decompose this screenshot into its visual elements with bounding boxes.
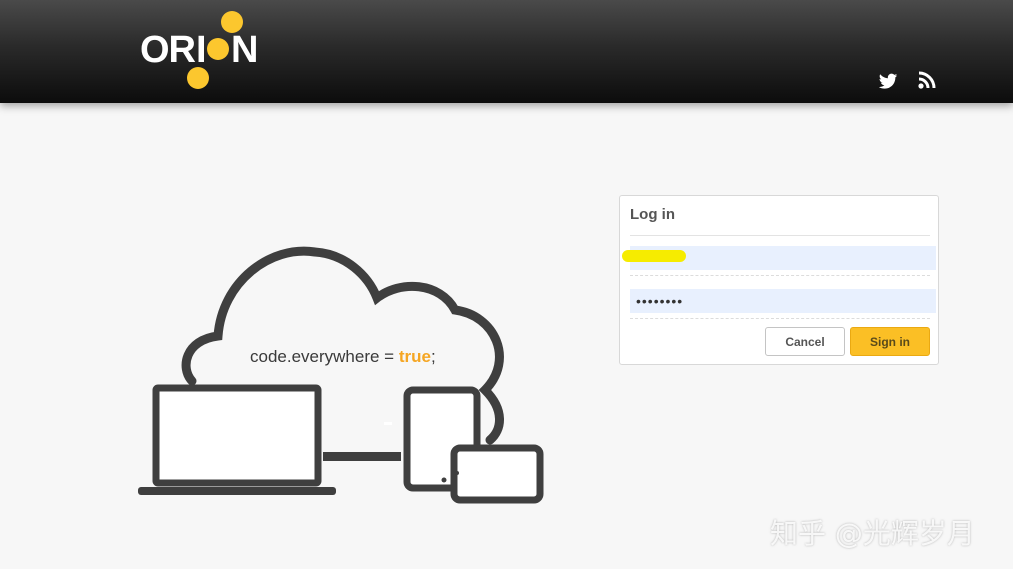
- laptop-base: [138, 487, 336, 495]
- cloud-devices-illustration: [138, 246, 544, 504]
- username-input[interactable]: [630, 246, 936, 270]
- orion-logo-mark: OR I O N: [140, 11, 258, 89]
- title-divider: [630, 235, 930, 236]
- laptop-screen: [152, 384, 322, 487]
- hero-caption: code.everywhere = true;: [250, 347, 436, 367]
- hero-illustration: code.everywhere = true;: [130, 240, 560, 510]
- cancel-button[interactable]: Cancel: [765, 327, 845, 356]
- caption-true: true: [398, 347, 431, 366]
- username-divider: [630, 275, 930, 276]
- phone: [450, 444, 544, 504]
- sign-in-button[interactable]: Sign in: [850, 327, 930, 356]
- top-header: OR I O N: [0, 0, 1013, 103]
- rss-icon[interactable]: [917, 70, 939, 92]
- orion-logo[interactable]: OR I O N: [138, 8, 258, 94]
- login-panel: Log in Cancel Sign in: [619, 195, 939, 365]
- watermark: 知乎 @光辉岁月: [770, 517, 975, 550]
- password-divider: [630, 318, 930, 319]
- password-input[interactable]: [630, 289, 936, 313]
- svg-text:OR: OR: [140, 29, 196, 71]
- connector-line: [323, 452, 401, 461]
- caption-semicolon: ;: [430, 347, 436, 366]
- caption-code: code.everywhere =: [250, 347, 399, 366]
- twitter-icon[interactable]: [877, 70, 899, 92]
- svg-text:N: N: [231, 29, 258, 71]
- svg-text:I: I: [196, 29, 207, 71]
- login-title: Log in: [630, 206, 675, 223]
